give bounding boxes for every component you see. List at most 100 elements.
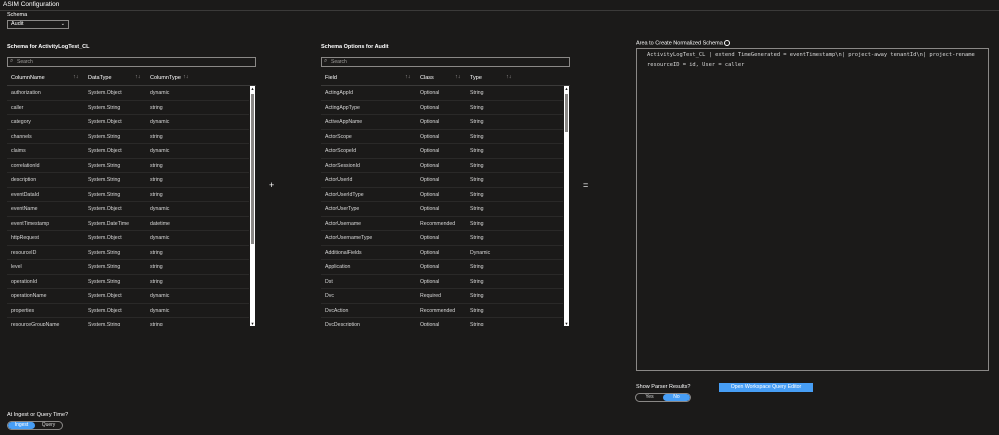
table-cell: Recommended — [420, 220, 456, 227]
scroll-up-icon[interactable]: ▲ — [250, 86, 255, 91]
table-row[interactable]: ActorSessionId Optional String — [321, 159, 563, 173]
info-icon[interactable] — [723, 40, 730, 46]
table-row[interactable]: ActorUserId Optional String — [321, 173, 563, 188]
column-header-type[interactable]: Type — [470, 75, 482, 81]
table-cell: string — [150, 264, 163, 270]
scroll-down-icon[interactable]: ▼ — [250, 321, 255, 326]
schema-dropdown[interactable]: Audit ⌄ — [7, 20, 69, 29]
column-header-datatype[interactable]: DataType — [88, 75, 112, 81]
ingest-label: At Ingest or Query Time? — [7, 412, 69, 418]
table-row[interactable]: eventName System.Object dynamic — [7, 202, 249, 217]
table-row[interactable]: operationId System.String string — [7, 275, 249, 289]
table-cell: String — [470, 278, 484, 285]
table-row[interactable]: ActorScope Optional String — [321, 130, 563, 144]
table-cell: String — [470, 307, 484, 314]
sort-icon[interactable]: ↑↓ — [506, 74, 512, 80]
open-query-editor-button[interactable]: Open Workspace Query Editor — [719, 383, 813, 392]
table-row[interactable]: eventTimestamp System.DateTime datetime — [7, 217, 249, 231]
table-row[interactable]: ActorUsername Recommended String — [321, 217, 563, 231]
table-cell: System.Object — [88, 206, 122, 212]
table-cell: String — [470, 162, 484, 169]
sort-icon[interactable]: ↑↓ — [135, 74, 141, 80]
table-cell: String — [470, 191, 484, 198]
ingest-option-ingest[interactable]: Ingest — [8, 422, 35, 429]
right-grid-header: Field ↑↓ Class ↑↓ Type ↑↓ — [321, 72, 570, 86]
right-search-input[interactable]: ⌕ Search — [321, 57, 570, 67]
table-cell: String — [470, 235, 484, 241]
scroll-thumb[interactable] — [251, 94, 254, 244]
left-search-input[interactable]: ⌕ Search — [7, 57, 256, 67]
table-cell: dynamic — [150, 206, 170, 212]
column-header-columnname[interactable]: ColumnName — [11, 75, 45, 81]
parser-toggle[interactable]: Yes No — [635, 393, 691, 402]
table-cell: Optional — [420, 264, 440, 270]
table-cell: ActorUserId — [325, 177, 353, 183]
left-grid-scrollbar[interactable]: ▲ ▼ — [250, 86, 255, 326]
table-row[interactable]: resourceID System.String string — [7, 246, 249, 260]
table-row[interactable]: operationName System.Object dynamic — [7, 289, 249, 304]
sort-icon[interactable]: ↑↓ — [73, 74, 79, 80]
table-row[interactable]: AdditionalFields Optional Dynamic — [321, 246, 563, 260]
table-cell: System.String — [88, 249, 121, 256]
table-cell: caller — [11, 104, 24, 111]
scroll-thumb[interactable] — [565, 94, 568, 132]
query-textarea[interactable]: ActivityLogTest_CL | extend TimeGenerate… — [636, 48, 989, 371]
table-row[interactable]: properties System.Object dynamic — [7, 304, 249, 318]
column-header-class[interactable]: Class — [420, 75, 434, 81]
table-row[interactable]: httpRequest System.Object dynamic — [7, 231, 249, 246]
parser-option-no[interactable]: No — [663, 394, 690, 401]
table-cell: String — [470, 220, 484, 227]
left-search-placeholder: Search — [17, 59, 33, 65]
table-cell: dynamic — [150, 307, 170, 314]
table-cell: string — [150, 249, 163, 256]
sort-icon[interactable]: ↑↓ — [183, 74, 189, 80]
table-row[interactable]: correlationId System.String string — [7, 159, 249, 173]
table-cell: String — [470, 104, 484, 111]
table-cell: System.Object — [88, 235, 122, 241]
table-row[interactable]: ActorScopeId Optional String — [321, 144, 563, 159]
table-cell: Optional — [420, 206, 440, 212]
table-cell: Optional — [420, 177, 440, 183]
query-area-label-text: Area to Create Normalized Schema — [636, 40, 723, 47]
column-header-columntype[interactable]: ColumnType — [150, 75, 181, 81]
table-row[interactable]: category System.Object dynamic — [7, 115, 249, 130]
table-row[interactable]: claims System.Object dynamic — [7, 144, 249, 159]
table-row[interactable]: authorization System.Object dynamic — [7, 86, 249, 101]
table-row[interactable]: Dvc Required String — [321, 289, 563, 304]
table-row[interactable]: ActiveAppName Optional String — [321, 115, 563, 130]
scroll-down-icon[interactable]: ▼ — [564, 321, 569, 326]
table-cell: String — [470, 322, 484, 326]
table-row[interactable]: eventDataId System.String string — [7, 188, 249, 202]
table-row[interactable]: Application Optional String — [321, 260, 563, 275]
table-row[interactable]: resourceGroupName System.String string — [7, 318, 249, 326]
table-row[interactable]: ActorUserType Optional String — [321, 202, 563, 217]
table-row[interactable]: ActorUsernameType Optional String — [321, 231, 563, 246]
table-cell: operationName — [11, 293, 47, 299]
table-cell: eventTimestamp — [11, 220, 50, 227]
chevron-down-icon: ⌄ — [60, 21, 65, 27]
table-row[interactable]: DvcAction Recommended String — [321, 304, 563, 318]
ingest-option-query[interactable]: Query — [35, 422, 62, 429]
table-row[interactable]: channels System.String string — [7, 130, 249, 144]
right-grid-scrollbar[interactable]: ▲ ▼ — [564, 86, 569, 326]
table-row[interactable]: level System.String string — [7, 260, 249, 275]
table-row[interactable]: Dst Optional String — [321, 275, 563, 289]
table-cell: category — [11, 119, 31, 125]
table-row[interactable]: ActingAppId Optional String — [321, 86, 563, 101]
table-cell: System.String — [88, 322, 121, 326]
table-row[interactable]: ActorUserIdType Optional String — [321, 188, 563, 202]
table-cell: String — [470, 206, 484, 212]
sort-icon[interactable]: ↑↓ — [455, 74, 461, 80]
left-grid-title: Schema for ActivityLogTest_CL — [7, 44, 90, 50]
table-cell: properties — [11, 307, 35, 314]
column-header-field[interactable]: Field — [325, 75, 337, 81]
ingest-toggle[interactable]: Ingest Query — [7, 421, 63, 430]
table-row[interactable]: description System.String string — [7, 173, 249, 188]
table-row[interactable]: caller System.String string — [7, 101, 249, 115]
scroll-up-icon[interactable]: ▲ — [564, 86, 569, 91]
table-row[interactable]: ActingAppType Optional String — [321, 101, 563, 115]
parser-option-yes[interactable]: Yes — [636, 394, 663, 401]
table-row[interactable]: DvcDescription Optional String — [321, 318, 563, 326]
search-icon: ⌕ — [10, 58, 14, 64]
sort-icon[interactable]: ↑↓ — [405, 74, 411, 80]
